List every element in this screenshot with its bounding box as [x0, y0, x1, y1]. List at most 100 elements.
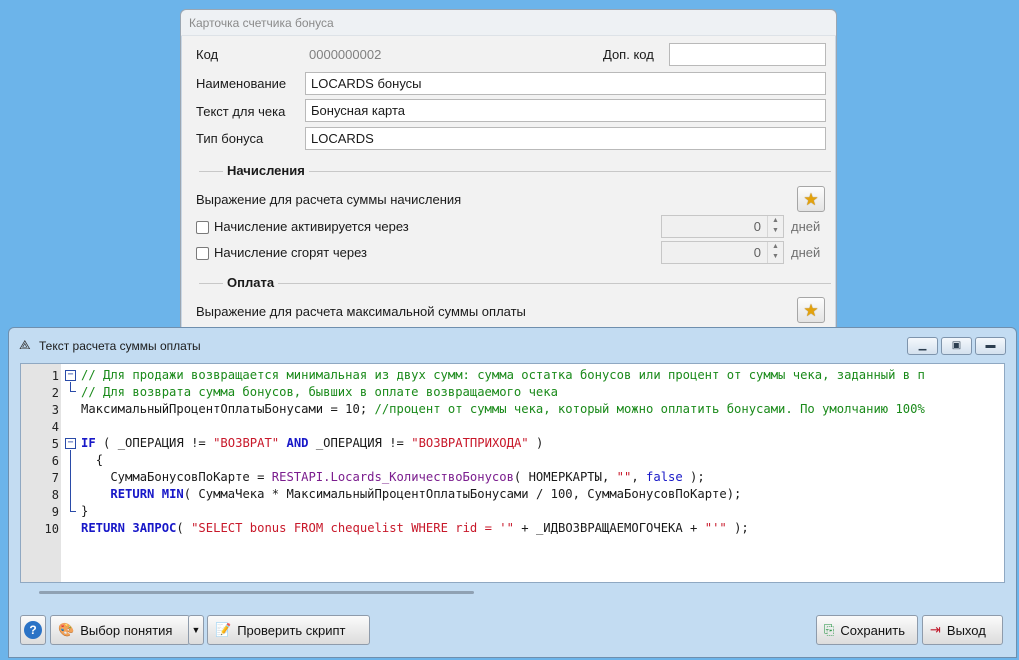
accrual-expression-label: Выражение для расчета суммы начисления	[196, 192, 462, 207]
code-line: IF ( _ОПЕРАЦИЯ != "ВОЗВРАТ" AND _ОПЕРАЦИ…	[81, 436, 543, 450]
exit-label: Выход	[946, 622, 986, 638]
expire-checkbox[interactable]	[196, 247, 209, 260]
exit-button[interactable]: ⇥ Выход	[922, 615, 1003, 645]
minimize-icon: ▁	[918, 340, 927, 351]
expire-days-unit: дней	[791, 245, 821, 260]
line-number: 3	[51, 403, 59, 417]
payment-expression-label: Выражение для расчета максимальной суммы…	[196, 304, 526, 319]
code-value: 0000000002	[309, 47, 382, 62]
fold-guide	[70, 382, 71, 391]
line-number: 9	[51, 505, 59, 519]
accrual-section-title: Начисления	[223, 163, 309, 178]
line-number: 1	[51, 369, 59, 383]
keyword: RETURN	[110, 487, 155, 501]
line-number: 5	[51, 437, 59, 451]
activate-days-spinner[interactable]: 0 ▲ ▼	[661, 215, 784, 238]
code-line: СуммаБонусовПоКарте = RESTAPI.Locards_Ко…	[81, 470, 705, 484]
comment: // Для возврата сумма бонусов, бывших в …	[81, 385, 558, 399]
spinner-arrows-icon[interactable]: ▲ ▼	[767, 242, 783, 263]
name-input[interactable]: LOCARDS бонусы	[305, 72, 826, 95]
code-token: ( СуммаЧека * МаксимальныйПроцентОплатыБ…	[183, 487, 742, 501]
code-token: ( _ОПЕРАЦИЯ !=	[95, 436, 214, 450]
app-icon: ⟁	[19, 337, 31, 352]
horizontal-scrollbar[interactable]	[39, 591, 474, 594]
close-icon: ▬	[985, 340, 996, 351]
code-token: {	[95, 453, 104, 467]
code-token: }	[81, 504, 89, 518]
extra-code-input[interactable]	[669, 43, 826, 66]
bonus-type-label: Тип бонуса	[196, 131, 264, 146]
receipt-text-input[interactable]: Бонусная карта	[305, 99, 826, 122]
palette-icon: 🎨	[58, 622, 75, 637]
fold-guide	[70, 450, 71, 511]
help-button[interactable]: ?	[20, 615, 46, 645]
code-label: Код	[196, 47, 219, 62]
string-literal: ""	[616, 470, 632, 484]
name-label: Наименование	[196, 76, 287, 91]
activate-checkbox[interactable]	[196, 221, 209, 234]
editor-title: Текст расчета суммы оплаты	[39, 339, 201, 353]
bonus-type-input[interactable]: LOCARDS	[305, 127, 826, 150]
keyword: AND	[286, 436, 309, 450]
expire-label: Начисление сгорят через	[214, 245, 367, 260]
comment: //процент от суммы чека, который можно о…	[374, 402, 925, 416]
spinner-arrows-icon[interactable]: ▲ ▼	[767, 216, 783, 237]
check-script-label: Проверить скрипт	[237, 622, 346, 638]
code-line: RETURN ЗАПРОС( "SELECT bonus FROM cheque…	[81, 521, 749, 535]
editor-title-bar[interactable]: ⟁ Текст расчета суммы оплаты ▁ ▣ ▬	[9, 328, 1016, 362]
code-editor[interactable]: 1 2 3 4 5 6 7 8 9 10 − − // Для продажи …	[20, 363, 1005, 583]
check-script-button[interactable]: 📝 Проверить скрипт	[207, 615, 370, 645]
string-literal: "'"	[704, 521, 727, 535]
fold-guide	[70, 511, 76, 512]
choose-concept-dropdown[interactable]: ▼	[188, 615, 204, 645]
code-token: ( НОМЕРКАРТЫ,	[513, 470, 617, 484]
line-number-gutter: 1 2 3 4 5 6 7 8 9 10	[21, 364, 61, 582]
keyword: ЗАПРОС	[132, 521, 177, 535]
line-number: 2	[51, 386, 59, 400]
expire-days-spinner[interactable]: 0 ▲ ▼	[661, 241, 784, 264]
code-token: + _ИДВОЗВРАЩАЕМОГОЧЕКА +	[513, 521, 705, 535]
help-icon: ?	[24, 621, 42, 639]
save-button[interactable]: ⎘ Сохранить	[816, 615, 918, 645]
fold-guide	[70, 391, 76, 392]
exit-icon: ⇥	[930, 622, 941, 637]
code-token: (	[176, 521, 192, 535]
script-editor-window: ⟁ Текст расчета суммы оплаты ▁ ▣ ▬ 1 2 3…	[8, 327, 1017, 658]
save-icon: ⎘	[824, 622, 835, 637]
maximize-button[interactable]: ▣	[941, 337, 972, 355]
bonus-card-window: Карточка счетчика бонуса Код 0000000002 …	[180, 9, 837, 349]
code-token: );	[726, 521, 749, 535]
close-button[interactable]: ▬	[975, 337, 1006, 355]
line-number: 8	[51, 488, 59, 502]
code-line: // Для возврата сумма бонусов, бывших в …	[81, 385, 558, 399]
dropdown-arrow-icon: ▼	[191, 625, 201, 635]
string-literal: "ВОЗВРАТ"	[213, 436, 280, 450]
code-line: // Для продажи возвращается минимальная …	[81, 368, 1001, 382]
extra-code-label: Доп. код	[603, 47, 654, 62]
fold-toggle-icon[interactable]: −	[65, 370, 76, 381]
expire-days-value: 0	[753, 245, 761, 260]
literal: false	[646, 470, 683, 484]
code-line: RETURN MIN( СуммаЧека * МаксимальныйПроц…	[81, 487, 741, 501]
fold-toggle-icon[interactable]: −	[65, 438, 76, 449]
minimize-button[interactable]: ▁	[907, 337, 938, 355]
script-check-icon: 📝	[215, 622, 232, 637]
payment-expression-button[interactable]: ★	[797, 297, 825, 323]
code-token: )	[528, 436, 544, 450]
line-number: 10	[44, 522, 59, 536]
choose-concept-button[interactable]: 🎨 Выбор понятия	[50, 615, 190, 645]
star-icon: ★	[803, 300, 819, 320]
bonus-card-title: Карточка счетчика бонуса	[181, 10, 836, 36]
keyword: MIN	[161, 487, 184, 501]
string-literal: "ВОЗВРАТПРИХОДА"	[411, 436, 529, 450]
code-token: );	[682, 470, 705, 484]
accrual-expression-button[interactable]: ★	[797, 186, 825, 212]
comment: // Для продажи возвращается минимальная …	[81, 368, 925, 382]
string-literal: "SELECT bonus FROM chequelist WHERE rid …	[191, 521, 514, 535]
code-token: МаксимальныйПроцентОплатыБонусами = 10;	[81, 402, 375, 416]
function-name: RESTAPI.Locards_КоличествоБонусов	[271, 470, 514, 484]
payment-divider	[199, 283, 831, 284]
code-token: СуммаБонусовПоКарте =	[81, 470, 272, 484]
activate-days-unit: дней	[791, 219, 821, 234]
code-line: {	[81, 453, 103, 467]
